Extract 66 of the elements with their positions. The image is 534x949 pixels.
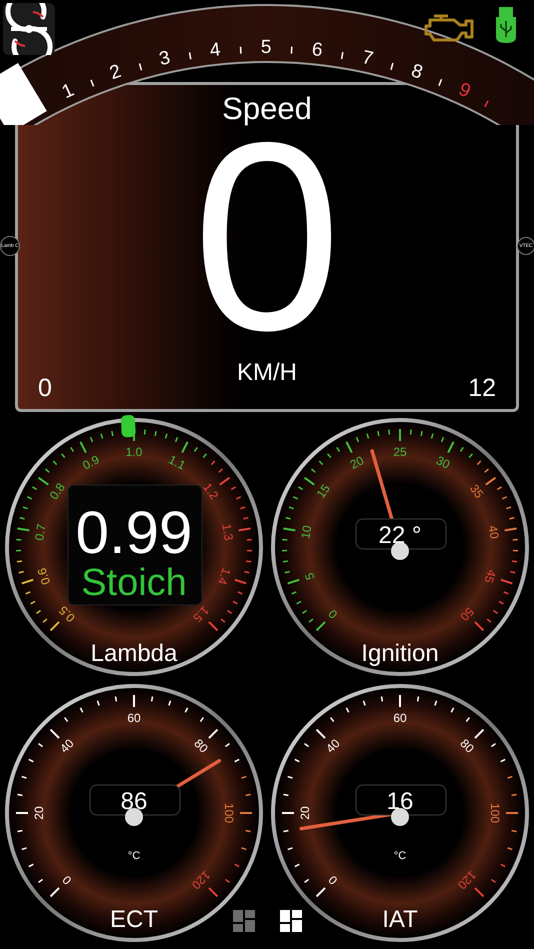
scale-label: 40 [323,736,343,756]
lambda-marker [120,415,136,438]
rpm-label: 7 [360,46,376,70]
logo-icon [3,3,55,55]
usb-icon [496,7,516,43]
scale-label: 100 [488,802,502,824]
gauge-value: 86 [120,788,148,815]
scale-label: 50 [457,604,477,624]
gauge-title: Lambda [90,640,178,667]
needle-hub [391,542,409,560]
rpm-label: 5 [260,37,272,58]
scale-label: 0.9 [80,452,102,473]
scale-label: 35 [467,482,486,501]
scale-label: 60 [127,711,141,726]
scale-label: 120 [455,868,480,892]
scale-label: 10 [298,524,314,540]
needle-hub [391,808,409,826]
scale-label: 45 [481,568,499,585]
layout-icon[interactable] [280,910,302,932]
scale-label: 0.8 [46,480,68,502]
unit-label: °C [128,850,140,862]
rpm-label: 2 [107,60,124,84]
scale-label: 0.6 [34,566,54,586]
scale-label: 0 [326,872,340,888]
scale-label: 40 [486,524,502,540]
check-engine-icon [424,12,476,44]
gauge-title: Ignition [361,640,439,667]
rpm-label: 1 [58,80,78,104]
scale-label: 1.4 [214,566,234,586]
scale-label: 25 [393,445,407,460]
scale-label: 20 [298,806,312,820]
needle-hub [125,808,143,826]
gauge-value: 22 ° [378,522,422,549]
scale-label: 1.5 [190,603,212,625]
unit-label: °C [394,850,406,862]
scale-label: 60 [393,711,407,726]
scale-label: 0.5 [56,603,78,625]
scale-label: 15 [314,482,333,501]
rpm-label: 4 [208,39,222,62]
scale-label: 80 [457,736,477,756]
rpm-label: 6 [310,39,324,62]
scale-label: 30 [434,453,452,472]
scale-label: 0.7 [32,522,49,542]
rpm-label: 9 [455,79,474,102]
scale-label: 80 [191,736,211,756]
speed-unit: KM/H [237,361,297,386]
scale-label: 20 [348,453,366,472]
scale-min: 0 [38,376,52,401]
scale-label: 1.2 [200,480,222,502]
gauge-value: 16 [386,788,414,815]
scale-label: 0 [326,606,340,622]
rpm-label: 3 [157,47,172,70]
gauge-title: IAT [382,906,418,933]
rpm-label: 8 [408,60,426,84]
scale-label: 20 [32,806,46,820]
scale-label: 1.3 [219,522,236,542]
scale-label: 120 [189,868,214,892]
scale-label: 1.1 [166,452,188,473]
scale-label: 5 [302,570,318,582]
scale-label: 1.0 [126,445,142,460]
scale-label: 40 [57,736,77,756]
scale-label: 100 [222,802,236,824]
gauge-title: ECT [110,906,158,933]
scale-max: 12 [468,376,496,401]
scale-label: 0 [60,872,74,888]
rpm-marker [0,62,47,125]
